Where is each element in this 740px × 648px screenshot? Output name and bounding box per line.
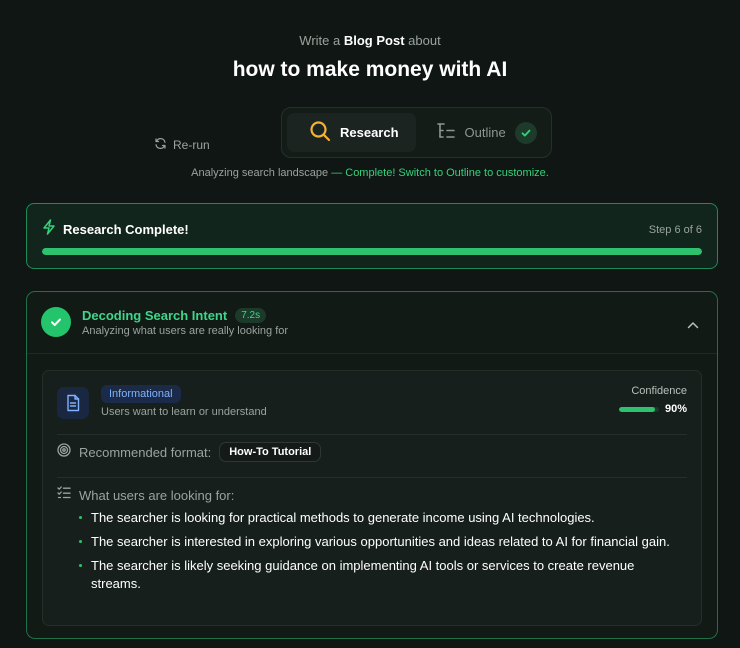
status-highlight: — Complete! Switch to Outline to customi… <box>331 167 549 179</box>
content-type: Blog Post <box>343 33 405 48</box>
confidence-bar <box>618 406 659 412</box>
mode-tabs: Research Outline <box>281 107 552 158</box>
intent-description: Users want to learn or understand <box>101 406 267 418</box>
search-intent-panel: Decoding Search Intent 7.2s Analyzing wh… <box>26 291 718 639</box>
confidence-bar-fill <box>618 406 655 412</box>
tab-outline-label: Outline <box>464 125 506 140</box>
check-circle-icon <box>41 307 71 337</box>
checklist-icon <box>57 486 71 504</box>
status-prefix: Analyzing search landscape <box>191 167 329 179</box>
user-needs-list: The searcher is looking for practical me… <box>79 509 679 599</box>
rerun-label: Re-run <box>173 138 210 152</box>
divider <box>57 434 687 435</box>
topic-title: how to make money with AI <box>232 58 508 81</box>
divider <box>57 477 687 478</box>
progress-bar <box>42 248 702 255</box>
step-counter: Step 6 of 6 <box>648 223 702 236</box>
check-icon <box>514 121 537 144</box>
progress-title: Research Complete! <box>63 222 189 237</box>
progress-bar-fill <box>42 248 702 255</box>
list-item: The searcher is interested in exploring … <box>79 533 679 551</box>
refresh-icon <box>154 137 167 153</box>
outline-icon <box>436 122 456 143</box>
intent-details: Informational Users want to learn or und… <box>42 370 702 626</box>
intent-type-badge: Informational <box>101 385 181 403</box>
looking-for-label: What users are looking for: <box>79 487 235 503</box>
search-icon <box>309 120 331 145</box>
intro-line: Write a Blog Post about <box>0 33 740 48</box>
list-item: The searcher is likely seeking guidance … <box>79 557 679 593</box>
format-label: Recommended format: <box>79 444 212 460</box>
rerun-button[interactable]: Re-run <box>154 137 210 153</box>
confidence-meter: 90% <box>618 403 687 415</box>
tab-outline[interactable]: Outline <box>416 113 554 152</box>
confidence-label: Confidence <box>631 385 687 397</box>
intro-prefix: Write a <box>299 33 341 48</box>
section-subtitle: Analyzing what users are really looking … <box>82 325 289 337</box>
looking-for-heading: What users are looking for: <box>57 486 234 504</box>
document-icon <box>57 387 89 419</box>
list-item: The searcher is looking for practical me… <box>79 509 679 527</box>
status-line: Analyzing search landscape — Complete! S… <box>0 167 740 179</box>
search-intent-header[interactable]: Decoding Search Intent 7.2s Analyzing wh… <box>27 292 717 354</box>
chevron-up-icon[interactable] <box>687 316 699 334</box>
recommended-format-row: Recommended format: How-To Tutorial <box>57 442 322 462</box>
tab-research[interactable]: Research <box>287 113 416 152</box>
intro-suffix: about <box>408 33 441 48</box>
tab-research-label: Research <box>340 125 399 140</box>
lightning-icon <box>42 219 56 240</box>
format-badge: How-To Tutorial <box>219 442 322 462</box>
duration-badge: 7.2s <box>235 308 267 323</box>
target-icon <box>57 442 71 462</box>
confidence-value: 90% <box>664 403 687 415</box>
progress-card: Research Complete! Step 6 of 6 <box>26 203 718 269</box>
section-title: Decoding Search Intent <box>82 308 228 323</box>
